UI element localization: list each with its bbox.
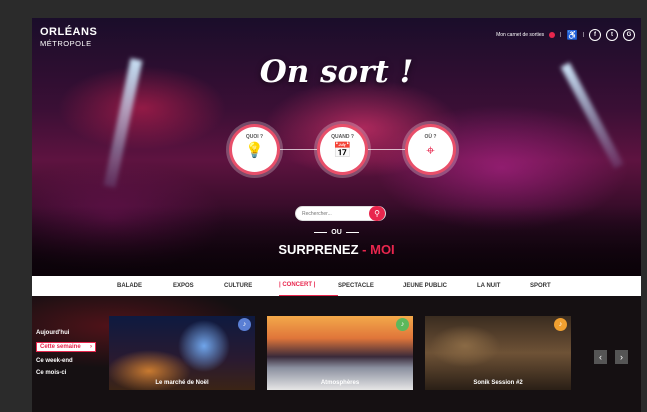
when-button[interactable]: QUAND ? 📅 <box>317 124 368 175</box>
period-filter: Aujourd'hui Cette semaine › Ce week-end C… <box>36 330 96 382</box>
event-title: Le marché de Noël <box>155 380 209 386</box>
event-title: Sonik Session #2 <box>473 380 523 386</box>
nav-item-expos[interactable]: EXPOS <box>173 276 224 296</box>
carnet-link[interactable]: Mon carnet de sorties <box>496 32 544 38</box>
nav-item-jeune-public[interactable]: JEUNE PUBLIC <box>403 276 477 296</box>
events-section: Aujourd'hui Cette semaine › Ce week-end C… <box>32 296 641 412</box>
separator: | <box>582 32 584 38</box>
search-input[interactable] <box>302 209 370 219</box>
separator: | <box>560 32 562 38</box>
chevron-left-icon: ‹ <box>599 352 602 362</box>
site-logo[interactable]: ORLÉANS MÉTROPOLE <box>40 27 97 48</box>
when-label: QUAND ? <box>331 134 354 140</box>
period-weekend[interactable]: Ce week-end <box>36 358 96 364</box>
surprise-me-button[interactable]: SURPRENEZ - MOI <box>32 242 641 257</box>
search-icon[interactable]: ⚲ <box>369 206 385 221</box>
carnet-count-badge <box>549 32 556 38</box>
chevron-right-icon: › <box>90 344 92 350</box>
separator-line <box>314 231 328 233</box>
screenshot-frame: ORLÉANS MÉTROPOLE Mon carnet de sorties … <box>0 0 647 412</box>
event-card[interactable]: ♪ Atmosphères <box>267 316 413 390</box>
hero-title: On sort ! <box>259 54 414 90</box>
where-label: OÙ ? <box>424 134 437 140</box>
category-nav: BALADE EXPOS CULTURE | CONCERT | SPECTAC… <box>32 276 641 296</box>
event-card[interactable]: ♪ Le marché de Noël <box>109 316 255 390</box>
logo-line-1: ORLÉANS <box>40 26 98 38</box>
where-button[interactable]: OÙ ? ⌖ <box>405 124 456 175</box>
nav-item-la-nuit[interactable]: LA NUIT <box>477 276 530 296</box>
nav-item-sport[interactable]: SPORT <box>530 276 570 296</box>
twitter-icon[interactable]: t <box>606 29 618 41</box>
nav-item-balade[interactable]: BALADE <box>117 276 173 296</box>
google-plus-icon[interactable]: G <box>623 29 635 41</box>
period-this-week-label: Cette semaine <box>40 344 81 350</box>
carousel-next-button[interactable]: › <box>615 350 628 364</box>
calendar-icon: 📅 <box>333 142 352 159</box>
or-separator: OU <box>32 229 641 236</box>
period-month[interactable]: Ce mois-ci <box>36 370 96 376</box>
music-icon: ♪ <box>554 318 567 331</box>
nav-item-concert[interactable]: | CONCERT | <box>279 276 338 296</box>
music-icon: ♪ <box>238 318 251 331</box>
nav-item-culture[interactable]: CULTURE <box>224 276 279 296</box>
what-label: QUOI ? <box>245 134 264 140</box>
event-card[interactable]: ♪ Sonik Session #2 <box>425 316 571 390</box>
surprise-label: SURPRENEZ <box>278 242 359 257</box>
music-icon: ♪ <box>396 318 409 331</box>
facebook-icon[interactable]: f <box>589 29 601 41</box>
chevron-right-icon: › <box>620 352 623 362</box>
moi-label: MOI <box>370 242 395 257</box>
accessibility-icon[interactable]: ♿ <box>566 30 577 41</box>
period-today[interactable]: Aujourd'hui <box>36 330 96 336</box>
nav-item-spectacle[interactable]: SPECTACLE <box>338 276 403 296</box>
carousel-prev-button[interactable]: ‹ <box>594 350 607 364</box>
website: ORLÉANS MÉTROPOLE Mon carnet de sorties … <box>32 18 641 412</box>
what-button[interactable]: QUOI ? 💡 <box>229 124 280 175</box>
location-icon: ⌖ <box>426 142 435 159</box>
search-box: ⚲ <box>295 206 386 221</box>
event-title: Atmosphères <box>320 380 360 386</box>
period-this-week[interactable]: Cette semaine › <box>36 342 96 352</box>
separator-line <box>345 231 359 233</box>
top-bar: Mon carnet de sorties | ♿ | f t G <box>496 29 635 41</box>
or-label: OU <box>331 229 342 236</box>
lightbulb-icon: 💡 <box>245 142 264 159</box>
logo-line-2: MÉTROPOLE <box>40 39 92 48</box>
hero-banner: ORLÉANS MÉTROPOLE Mon carnet de sorties … <box>32 18 641 276</box>
